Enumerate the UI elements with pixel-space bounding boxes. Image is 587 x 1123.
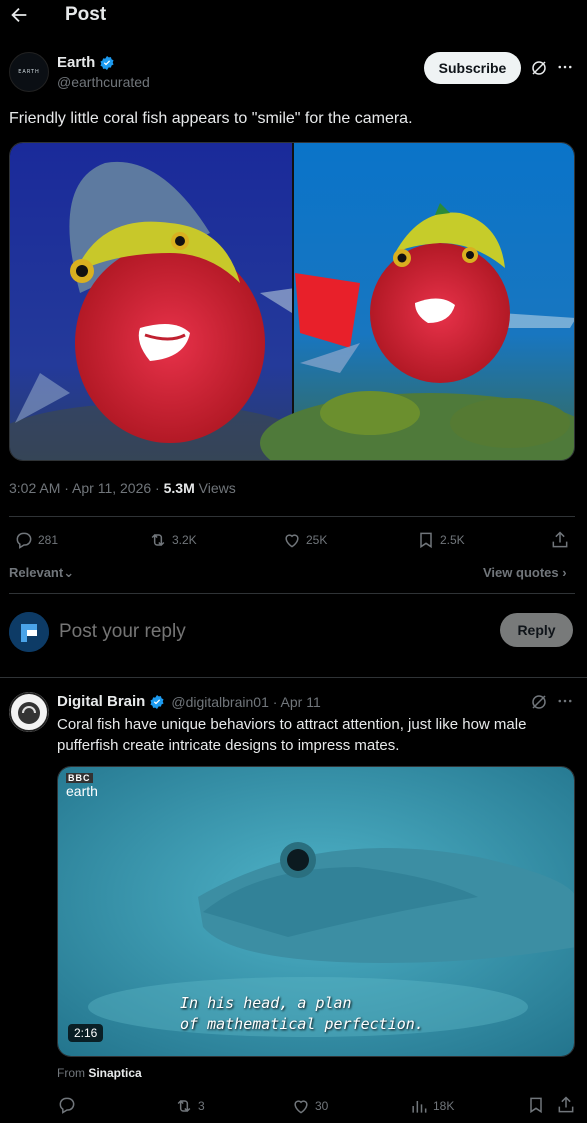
share-action[interactable] [550, 530, 570, 550]
like-action[interactable]: 30 [291, 1096, 328, 1116]
reply-text: Coral fish have unique behaviors to attr… [57, 716, 527, 754]
view-quotes-link[interactable]: View quotes › [483, 565, 567, 580]
repost-icon [151, 533, 165, 547]
share-icon [558, 1096, 574, 1113]
author-avatar[interactable]: EARTH [9, 52, 49, 92]
video-subtitle-line2: of mathematical perfection. [180, 1015, 424, 1033]
repost-count: 3.2K [172, 533, 197, 547]
my-avatar[interactable] [9, 612, 49, 652]
share-action[interactable] [556, 1095, 576, 1115]
bbc-logo: BBC [66, 773, 93, 783]
heart-icon [285, 534, 299, 548]
like-count: 25K [306, 533, 328, 547]
divider [0, 677, 587, 678]
views-action[interactable]: 18K [409, 1096, 454, 1116]
chevron-right-icon: › [562, 565, 567, 580]
repost-action[interactable]: 3 [174, 1096, 205, 1116]
repost-count: 3 [198, 1099, 205, 1113]
page-title: Post [65, 4, 107, 25]
video-source: From Sinaptica [57, 1066, 142, 1080]
avatar-logo-text: EARTH [18, 69, 40, 75]
subscribe-button[interactable]: Subscribe [424, 52, 521, 84]
video-duration: 2:16 [68, 1024, 104, 1042]
reply-handle-time: @digitalbrain01 · Apr 11 [171, 693, 321, 710]
from-label: From [57, 1066, 89, 1080]
reply-count: 281 [38, 533, 59, 547]
left-fish-photo [10, 143, 310, 460]
views-label: Views [194, 480, 236, 496]
repost-icon [177, 1099, 191, 1113]
divider [9, 516, 575, 517]
views-icon [412, 1101, 427, 1113]
repost-action[interactable]: 3.2K [148, 530, 197, 550]
bookmark-action[interactable] [526, 1095, 546, 1115]
post-media[interactable] [9, 142, 575, 461]
share-icon [552, 531, 568, 548]
views-count: 18K [433, 1099, 455, 1113]
verified-badge-icon [150, 694, 164, 709]
sort-relevant-label: Relevant [9, 565, 64, 580]
reply-action[interactable]: 281 [14, 530, 58, 550]
grok-icon[interactable] [530, 59, 548, 77]
reply-action[interactable] [57, 1095, 77, 1115]
heart-icon [294, 1100, 308, 1114]
top-bar: Post [0, 0, 587, 32]
bookmark-icon [530, 1097, 542, 1114]
more-options-icon[interactable] [556, 692, 574, 710]
more-options-icon[interactable] [556, 58, 574, 76]
post-time: 3:02 AM · Apr 11, 2026 · [9, 480, 164, 496]
back-arrow-icon[interactable] [8, 4, 30, 26]
like-action[interactable]: 25K [282, 530, 327, 550]
sort-relevant[interactable]: Relevant⌄ [9, 565, 74, 581]
author-handle[interactable]: @earthcurated [57, 74, 150, 90]
post-text: Friendly little coral fish appears to "s… [9, 110, 413, 127]
verified-badge-icon [100, 55, 114, 70]
bookmark-action[interactable]: 2.5K [416, 530, 465, 550]
reply-icon [16, 532, 32, 549]
right-fish-photo [260, 143, 574, 460]
chevron-down-icon: ⌄ [63, 565, 75, 580]
like-count: 30 [315, 1099, 329, 1113]
bookmark-count: 2.5K [440, 533, 465, 547]
reply-button[interactable]: Reply [500, 613, 573, 647]
reply-author[interactable]: Digital Brain @digitalbrain01 · Apr 11 [57, 693, 321, 710]
author-name[interactable]: Earth [57, 54, 115, 71]
grok-icon[interactable] [530, 693, 548, 711]
divider [9, 593, 575, 594]
reply-video[interactable]: BBC earth In his head, a plan of mathema… [57, 766, 575, 1057]
views-count: 5.3M [163, 480, 195, 496]
reply-author-avatar[interactable] [9, 692, 49, 732]
reply-author-name: Digital Brain [57, 693, 146, 710]
video-subtitle-line1: In his head, a plan [180, 994, 352, 1012]
author-name-text: Earth [57, 54, 96, 71]
reply-input[interactable] [59, 618, 459, 646]
from-source[interactable]: Sinaptica [88, 1066, 141, 1080]
post-timestamp: 3:02 AM · Apr 11, 2026 · 5.3M Views [9, 480, 236, 496]
bookmark-icon [420, 532, 432, 549]
reply-icon [59, 1097, 75, 1114]
view-quotes-label: View quotes [483, 565, 559, 580]
earth-logo: earth [66, 783, 98, 799]
